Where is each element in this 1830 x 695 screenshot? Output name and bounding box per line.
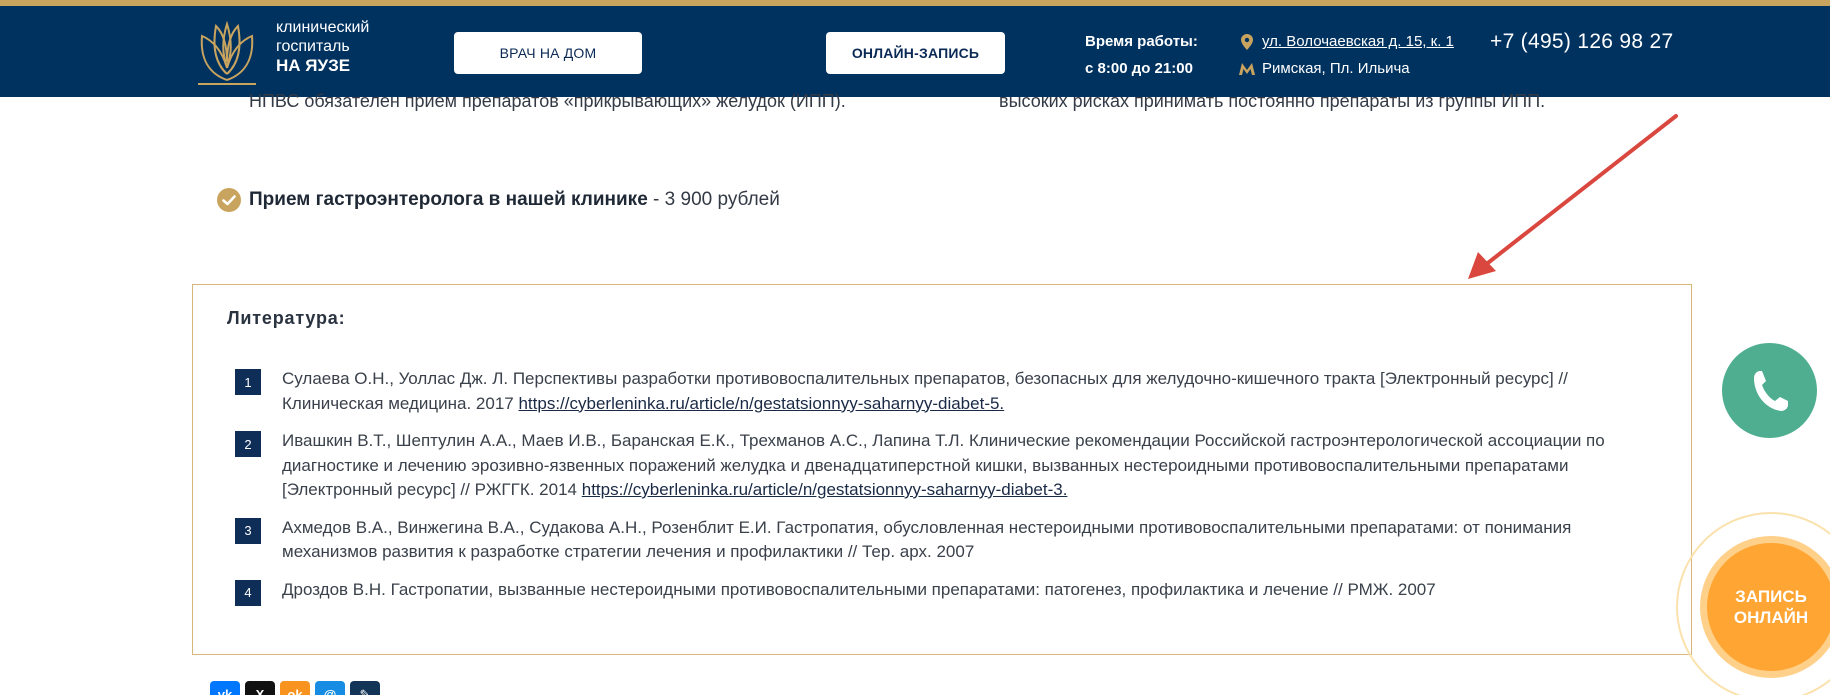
vk-icon[interactable]: vk [210, 681, 240, 695]
literature-link[interactable]: https://cyberleninka.ru/article/n/gestat… [518, 394, 1004, 413]
work-hours: Время работы: с 8:00 до 21:00 [1085, 28, 1198, 82]
online-booking-button[interactable]: ОНЛАЙН-ЗАПИСЬ [826, 32, 1005, 74]
brand-name[interactable]: клинический госпиталь НА ЯУЗЕ [276, 18, 369, 75]
article-text-fragment-left: НПВС обязателен прием препаратов «прикры… [249, 91, 846, 111]
page: клинический госпиталь НА ЯУЗЕ ВРАЧ НА ДО… [0, 0, 1830, 695]
literature-list: 1 Сулаева О.Н., Уоллас Дж. Л. Перспектив… [235, 367, 1655, 619]
phone-number[interactable]: +7 (495) 126 98 27 [1490, 28, 1673, 56]
consultation-price: Прием гастроэнтеролога в нашей клинике -… [217, 188, 780, 212]
phone-icon [1753, 370, 1788, 411]
brand-line-3: НА ЯУЗЕ [276, 56, 351, 75]
check-circle-icon [217, 188, 241, 212]
literature-item-number: 3 [235, 517, 261, 544]
call-button[interactable] [1722, 343, 1817, 438]
work-hours-value: с 8:00 до 21:00 [1085, 60, 1193, 77]
literature-item-number: 2 [235, 431, 261, 457]
booking-line-2: ОНЛАЙН [1733, 608, 1809, 627]
ok-icon[interactable]: ok [280, 681, 310, 695]
metro-icon [1238, 62, 1256, 75]
article-text-fragment-right: высоких рисках принимать постоянно препа… [999, 91, 1546, 111]
doctor-home-button[interactable]: ВРАЧ НА ДОМ [454, 32, 642, 74]
literature-section: Литература: 1 Сулаева О.Н., Уоллас Дж. Л… [192, 284, 1692, 655]
price-label: Прием гастроэнтеролога в нашей клинике [249, 189, 648, 210]
map-pin-icon [1238, 33, 1256, 50]
work-hours-label: Время работы: [1085, 33, 1198, 50]
brand-line-1: клинический [276, 19, 370, 36]
literature-item-number: 4 [235, 579, 261, 606]
metro-stations: Римская, Пл. Ильича [1262, 60, 1410, 77]
literature-item-text: Сулаева О.Н., Уоллас Дж. Л. Перспективы … [282, 369, 1568, 413]
literature-item-number: 1 [235, 369, 261, 395]
share-buttons: vk X ok @ ✎ [210, 681, 380, 695]
literature-item-text: Дроздов В.Н. Гастропатии, вызванные нест… [282, 579, 1436, 599]
booking-line-1: ЗАПИСЬ [1735, 587, 1807, 606]
brand-line-2: госпиталь [276, 38, 350, 55]
address-link[interactable]: ул. Волочаевская д. 15, к. 1 [1262, 28, 1454, 55]
moimir-icon[interactable]: @ [315, 681, 345, 695]
logo-icon[interactable] [192, 18, 262, 88]
lj-icon[interactable]: ✎ [350, 681, 380, 695]
x-icon[interactable]: X [245, 681, 275, 695]
literature-item: 3 Ахмедов В.А., Винжегина В.А., Судакова… [235, 516, 1655, 565]
price-value: - 3 900 рублей [647, 189, 780, 210]
address-block: ул. Волочаевская д. 15, к. 1 Римская, Пл… [1238, 28, 1454, 82]
literature-title: Литература: [227, 308, 346, 328]
literature-item: 2 Ивашкин В.Т., Шептулин А.А., Маев И.В.… [235, 429, 1655, 503]
literature-link[interactable]: https://cyberleninka.ru/article/n/gestat… [582, 480, 1068, 499]
literature-item: 1 Сулаева О.Н., Уоллас Дж. Л. Перспектив… [235, 367, 1655, 416]
site-header: клинический госпиталь НА ЯУЗЕ ВРАЧ НА ДО… [0, 6, 1830, 97]
online-booking-float-button[interactable]: ЗАПИСЬ ОНЛАЙН [1707, 543, 1830, 671]
literature-item-text: Ивашкин В.Т., Шептулин А.А., Маев И.В., … [282, 431, 1605, 499]
literature-item: 4 Дроздов В.Н. Гастропатии, вызванные не… [235, 578, 1655, 606]
literature-item-text: Ахмедов В.А., Винжегина В.А., Судакова А… [282, 517, 1572, 562]
